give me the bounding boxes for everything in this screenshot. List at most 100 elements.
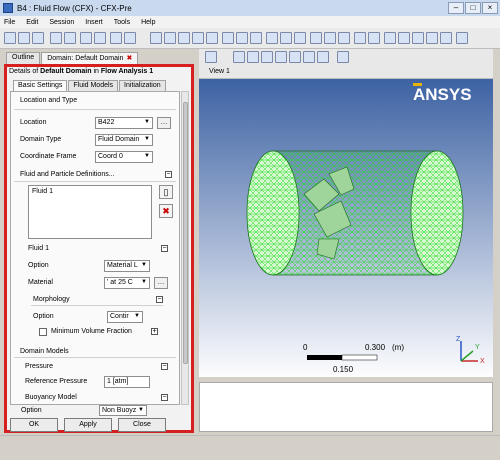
monitor-icon[interactable] [250,32,262,44]
undo-icon[interactable] [80,32,92,44]
ref-pressure-input[interactable]: 1 [atm] [104,376,150,388]
details-prefix: Details of [9,68,39,75]
3d-viewport[interactable]: ANSYS 0 0.300 (m) 0.150 Z X Y [199,79,493,377]
tab-fluid-models[interactable]: Fluid Models [68,80,119,91]
output-control-icon[interactable] [236,32,248,44]
buoyancy-select[interactable]: Non Buoyz ▼ [99,405,147,416]
insert-initialization-icon[interactable] [206,32,218,44]
tab-initialization[interactable]: Initialization [119,80,166,91]
details-panel: Details of Default Domain in Flow Analys… [4,64,194,433]
domain-type-select[interactable]: Fluid Domain ▼ [95,134,153,146]
rotate-icon[interactable] [233,51,245,63]
run-definition-icon[interactable] [412,32,424,44]
close-tab-icon[interactable]: ✖ [126,55,132,62]
function-icon[interactable] [280,32,292,44]
zoom-region-icon[interactable] [303,51,315,63]
material-option-select[interactable]: Material L ▼ [104,260,150,272]
fluid1-heading: Fluid 1 [28,245,50,252]
tab-outline[interactable]: Outline [6,52,41,64]
morphology-select[interactable]: Contir ▼ [107,311,143,323]
mesh-adaption-icon[interactable] [384,32,396,44]
collapse-icon[interactable]: − [161,394,168,401]
new-file-icon[interactable] [4,32,16,44]
pan-icon[interactable] [247,51,259,63]
menu-insert[interactable]: Insert [85,19,103,26]
settings-tabs: Basic Settings Fluid Models Initializati… [13,80,167,91]
location-select[interactable]: B422 ▼ [95,117,153,129]
scrollbar-thumb[interactable] [183,102,188,364]
ok-button[interactable]: OK [10,418,58,432]
material-option-value: Material L [107,262,138,269]
define-run-icon[interactable] [426,32,438,44]
zoom-box-icon[interactable] [275,51,287,63]
user-function-icon[interactable] [354,32,366,44]
reaction-icon[interactable] [324,32,336,44]
insert-boundary-icon[interactable] [164,32,176,44]
menu-session[interactable]: Session [49,19,74,26]
menu-help[interactable]: Help [141,19,155,26]
collapse-icon[interactable]: − [165,171,172,178]
coord-frame-label: Coordinate Frame [20,153,77,160]
divider [14,357,176,358]
morph-option-label: Option [33,313,54,320]
window-title: B4 : Fluid Flow (CFX) - CFX-Pre [17,3,132,13]
material-select[interactable]: ' at 25 C ▼ [104,277,150,289]
menu-file[interactable]: File [4,19,15,26]
solver-icon[interactable] [440,32,452,44]
min-vol-frac-label: Minimum Volume Fraction [51,328,132,335]
tab-basic-settings[interactable]: Basic Settings [13,80,68,91]
variable-icon[interactable] [294,32,306,44]
expression-icon[interactable] [266,32,278,44]
material-icon[interactable] [310,32,322,44]
basic-settings-form: Location and Type Location B422 ▼ … Domai… [10,91,180,405]
location-browse-button[interactable]: … [157,117,171,129]
insert-subdomain-icon[interactable] [192,32,204,44]
expand-icon[interactable]: + [151,328,158,335]
toolbar [0,28,500,49]
min-volume-fraction-checkbox[interactable] [39,328,47,336]
view-label[interactable]: View 1 [209,68,230,75]
collapse-icon[interactable]: − [156,296,163,303]
close-button[interactable]: Close [118,418,166,432]
export-icon[interactable] [64,32,76,44]
tab-domain[interactable]: Domain: Default Domain ✖ [41,52,139,64]
layout-icon[interactable] [337,51,349,63]
report-icon[interactable] [110,32,122,44]
list-item[interactable]: Fluid 1 [29,186,151,197]
close-window-button[interactable]: × [482,2,498,14]
open-file-icon[interactable] [18,32,30,44]
redo-icon[interactable] [94,32,106,44]
menu-edit[interactable]: Edit [26,19,38,26]
user-routine-icon[interactable] [368,32,380,44]
maximize-button[interactable]: □ [465,2,481,14]
cylinder-mesh [246,150,464,276]
calculator-icon[interactable] [456,32,468,44]
minimize-button[interactable]: – [448,2,464,14]
import-icon[interactable] [50,32,62,44]
material-browse-button[interactable]: … [154,277,168,289]
coord-frame-select[interactable]: Coord 0 ▼ [95,151,153,163]
additional-variable-icon[interactable] [338,32,350,44]
add-fluid-icon[interactable]: ▯ [159,185,173,199]
insert-domain-icon[interactable] [150,32,162,44]
apply-button[interactable]: Apply [64,418,112,432]
material-label: Material [28,279,53,286]
fluid-list[interactable]: Fluid 1 [28,185,152,239]
zoom-fit-icon[interactable] [289,51,301,63]
menu-tools[interactable]: Tools [114,19,130,26]
select-icon[interactable] [205,51,217,63]
domain-models-heading: Domain Models [20,348,69,355]
collapse-icon[interactable]: − [161,245,168,252]
morphology-value: Contir [110,313,129,320]
save-icon[interactable] [32,32,44,44]
write-solver-icon[interactable] [124,32,136,44]
expert-params-icon[interactable] [398,32,410,44]
insert-interface-icon[interactable] [178,32,190,44]
zoom-icon[interactable] [261,51,273,63]
form-scrollbar[interactable] [181,91,189,405]
fit-view-icon[interactable] [317,51,329,63]
delete-fluid-icon[interactable]: ✖ [159,204,173,218]
fluid-defs-label: Fluid and Particle Definitions... [20,171,115,178]
solver-control-icon[interactable] [222,32,234,44]
collapse-icon[interactable]: − [161,363,168,370]
